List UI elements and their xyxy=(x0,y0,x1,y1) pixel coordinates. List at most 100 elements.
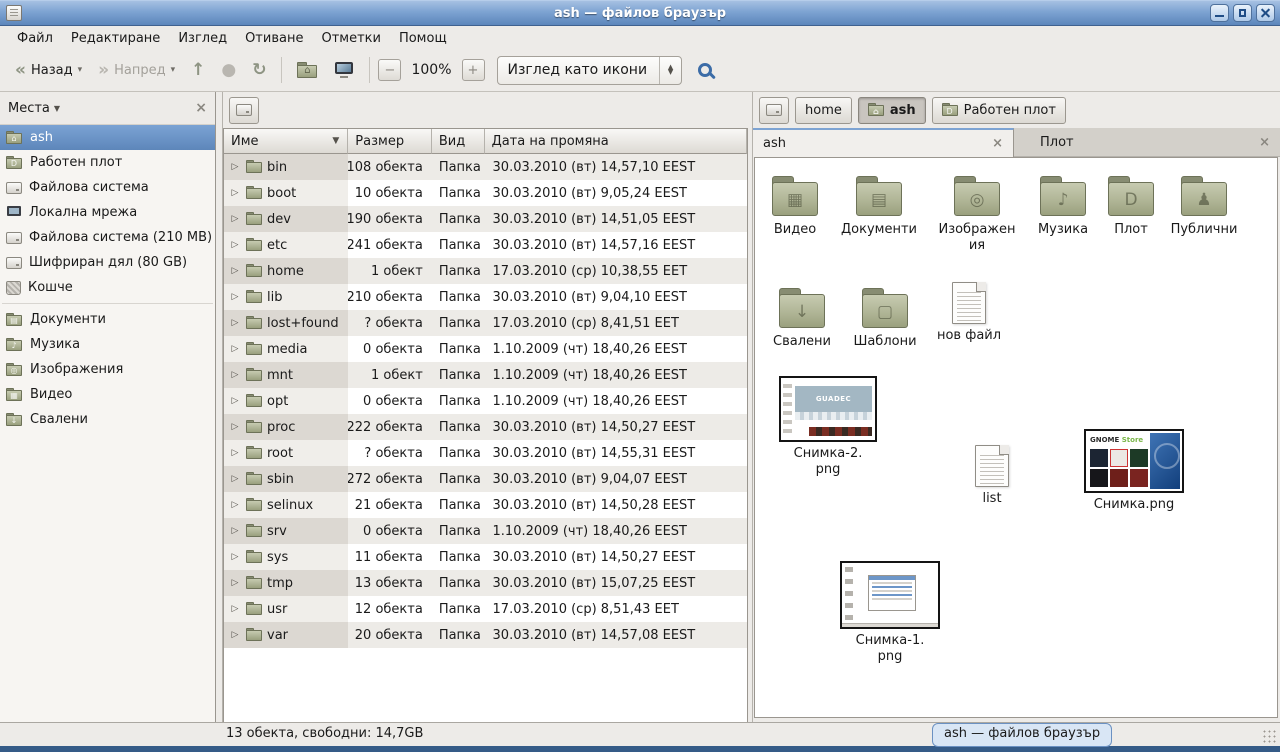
forward-button[interactable]: » Напред ▾ xyxy=(91,54,182,86)
expander-icon[interactable]: ▷ xyxy=(228,240,242,250)
zoom-out-button[interactable]: − xyxy=(378,59,401,81)
tab-плот[interactable]: Плот× xyxy=(1014,128,1280,157)
file-item-list[interactable]: list xyxy=(950,445,1034,507)
expander-icon[interactable]: ▷ xyxy=(228,474,242,484)
file-row-var[interactable]: ▷var20 обектаПапка30.03.2010 (вт) 14,57,… xyxy=(224,622,747,648)
expander-icon[interactable]: ▷ xyxy=(228,318,242,328)
forward-dropdown-icon[interactable]: ▾ xyxy=(171,65,176,75)
sidebar-item-видео[interactable]: ▦Видео xyxy=(0,382,215,407)
file-item-video[interactable]: ▦Видео xyxy=(754,174,837,238)
file-row-tmp[interactable]: ▷tmp13 обектаПапка30.03.2010 (вт) 15,07,… xyxy=(224,570,747,596)
breadcrumb-home[interactable]: home xyxy=(795,97,852,124)
breadcrumb-desktop[interactable]: DРаботен плот xyxy=(932,97,1066,124)
file-row-home[interactable]: ▷home1 обектПапка17.03.2010 (ср) 10,38,5… xyxy=(224,258,747,284)
breadcrumb-ash[interactable]: ⌂ash xyxy=(858,97,926,124)
file-row-lib[interactable]: ▷lib210 обектаПапка30.03.2010 (вт) 9,04,… xyxy=(224,284,747,310)
reload-button[interactable]: ↻ xyxy=(245,54,273,86)
file-item-downloads[interactable]: ↓Свалени xyxy=(760,286,844,350)
sidebar-item-кошче[interactable]: Кошче xyxy=(0,275,215,300)
file-item-templates[interactable]: ▢Шаблони xyxy=(843,286,927,350)
expander-icon[interactable]: ▷ xyxy=(228,188,242,198)
file-item-public[interactable]: ♟Публични xyxy=(1162,174,1246,238)
menu-item-help[interactable]: Помощ xyxy=(390,29,456,48)
expander-icon[interactable]: ▷ xyxy=(228,292,242,302)
menu-item-bookmarks[interactable]: Отметки xyxy=(312,29,389,48)
sidebar-item-файлова-система[interactable]: Файлова система xyxy=(0,175,215,200)
tab-ash[interactable]: ash× xyxy=(753,128,1014,157)
close-button[interactable] xyxy=(1256,4,1275,22)
breadcrumb-root[interactable] xyxy=(759,97,789,124)
file-row-mnt[interactable]: ▷mnt1 обектПапка1.10.2009 (чт) 18,40,26 … xyxy=(224,362,747,388)
sidebar-item-работен-плот[interactable]: DРаботен плот xyxy=(0,150,215,175)
file-row-lost+found[interactable]: ▷lost+found? обектаПапка17.03.2010 (ср) … xyxy=(224,310,747,336)
file-row-usr[interactable]: ▷usr12 обектаПапка17.03.2010 (ср) 8,51,4… xyxy=(224,596,747,622)
expander-icon[interactable]: ▷ xyxy=(228,214,242,224)
column-header-3[interactable]: Дата на промяна xyxy=(485,129,747,154)
file-item-new-file[interactable]: нов файл xyxy=(927,282,1011,344)
stop-button[interactable]: ● xyxy=(214,54,243,86)
file-row-media[interactable]: ▷media0 обектаПапка1.10.2009 (чт) 18,40,… xyxy=(224,336,747,362)
icon-view[interactable]: ▦Видео▤Документи◎Изображен ия♪МузикаDПло… xyxy=(754,157,1278,718)
view-mode-stepper-icon[interactable]: ▲▼ xyxy=(659,57,681,84)
expander-icon[interactable]: ▷ xyxy=(228,500,242,510)
column-header-1[interactable]: Размер xyxy=(348,129,432,154)
file-row-srv[interactable]: ▷srv0 обектаПапка1.10.2009 (чт) 18,40,26… xyxy=(224,518,747,544)
file-row-etc[interactable]: ▷etc241 обектаПапка30.03.2010 (вт) 14,57… xyxy=(224,232,747,258)
expander-icon[interactable]: ▷ xyxy=(228,162,242,172)
column-header-0[interactable]: Име▼ xyxy=(224,129,348,154)
file-item-snimka1[interactable]: Снимка-1. png xyxy=(838,561,942,666)
file-row-sys[interactable]: ▷sys11 обектаПапка30.03.2010 (вт) 14,50,… xyxy=(224,544,747,570)
expander-icon[interactable]: ▷ xyxy=(228,344,242,354)
computer-button[interactable] xyxy=(327,54,361,86)
menu-item-file[interactable]: Файл xyxy=(8,29,62,48)
sidebar-item-документи[interactable]: ▤Документи xyxy=(0,307,215,332)
tab-close-icon[interactable]: × xyxy=(1259,135,1270,150)
sidebar-item-изображения[interactable]: ◎Изображения xyxy=(0,357,215,382)
tab-close-icon[interactable]: × xyxy=(992,136,1003,151)
menu-item-view[interactable]: Изглед xyxy=(169,29,236,48)
file-row-boot[interactable]: ▷boot10 обектаПапка30.03.2010 (вт) 9,05,… xyxy=(224,180,747,206)
up-button[interactable]: ↑ xyxy=(184,54,212,86)
zoom-in-button[interactable]: + xyxy=(462,59,485,81)
back-dropdown-icon[interactable]: ▾ xyxy=(78,65,83,75)
expander-icon[interactable]: ▷ xyxy=(228,630,242,640)
view-mode-select[interactable]: Изглед като икони ▲▼ xyxy=(497,56,683,85)
file-item-documents[interactable]: ▤Документи xyxy=(837,174,921,238)
expander-icon[interactable]: ▷ xyxy=(228,396,242,406)
menu-item-edit[interactable]: Редактиране xyxy=(62,29,169,48)
expander-icon[interactable]: ▷ xyxy=(228,370,242,380)
sidebar-item-файлова-система-210-mb-[interactable]: Файлова система (210 MB) xyxy=(0,225,215,250)
file-row-dev[interactable]: ▷dev190 обектаПапка30.03.2010 (вт) 14,51… xyxy=(224,206,747,232)
expander-icon[interactable]: ▷ xyxy=(228,552,242,562)
expander-icon[interactable]: ▷ xyxy=(228,578,242,588)
expander-icon[interactable]: ▷ xyxy=(228,526,242,536)
file-row-selinux[interactable]: ▷selinux21 обектаПапка30.03.2010 (вт) 14… xyxy=(224,492,747,518)
sidebar-item-шифриран-дял-80-gb-[interactable]: Шифриран дял (80 GB) xyxy=(0,250,215,275)
root-location-button[interactable] xyxy=(229,97,259,124)
file-row-root[interactable]: ▷root? обектаПапка30.03.2010 (вт) 14,55,… xyxy=(224,440,747,466)
file-row-sbin[interactable]: ▷sbin272 обектаПапка30.03.2010 (вт) 9,04… xyxy=(224,466,747,492)
expander-icon[interactable]: ▷ xyxy=(228,604,242,614)
file-item-snimka2[interactable]: GUADECСнимка-2. png xyxy=(779,376,877,479)
expander-icon[interactable]: ▷ xyxy=(228,422,242,432)
sidebar-item-музика[interactable]: ♪Музика xyxy=(0,332,215,357)
sidebar-item-ash[interactable]: ⌂ash xyxy=(0,125,215,150)
sidebar-dropdown-icon[interactable]: ▼ xyxy=(54,104,60,113)
column-header-2[interactable]: Вид xyxy=(432,129,485,154)
menu-item-go[interactable]: Отиване xyxy=(236,29,312,48)
sidebar-title[interactable]: Места xyxy=(8,101,50,116)
sidebar-close-icon[interactable]: × xyxy=(195,100,207,116)
minimize-button[interactable] xyxy=(1210,4,1229,22)
file-row-proc[interactable]: ▷proc222 обектаПапка30.03.2010 (вт) 14,5… xyxy=(224,414,747,440)
home-button[interactable]: ⌂ xyxy=(290,54,325,86)
search-icon[interactable] xyxy=(698,63,712,77)
sidebar-item-свалени[interactable]: ↓Свалени xyxy=(0,407,215,432)
maximize-button[interactable] xyxy=(1233,4,1252,22)
file-item-pictures[interactable]: ◎Изображен ия xyxy=(935,174,1019,255)
expander-icon[interactable]: ▷ xyxy=(228,448,242,458)
resize-grip[interactable] xyxy=(1262,729,1276,743)
expander-icon[interactable]: ▷ xyxy=(228,266,242,276)
file-item-desktop[interactable]: DПлот xyxy=(1089,174,1173,238)
file-row-bin[interactable]: ▷bin108 обектаПапка30.03.2010 (вт) 14,57… xyxy=(224,154,747,180)
file-row-opt[interactable]: ▷opt0 обектаПапка1.10.2009 (чт) 18,40,26… xyxy=(224,388,747,414)
